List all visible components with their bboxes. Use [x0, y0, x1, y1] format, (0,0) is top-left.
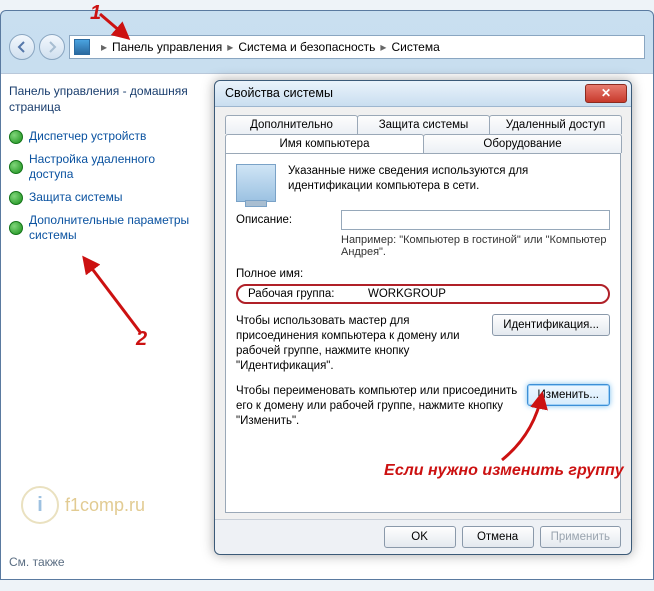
workgroup-label: Рабочая группа: [248, 288, 368, 300]
sidebar-item-advanced-settings[interactable]: Дополнительные параметры системы [9, 213, 198, 243]
breadcrumb-seg-2[interactable]: Система и безопасность [238, 40, 375, 54]
dialog-titlebar[interactable]: Свойства системы ✕ [215, 81, 631, 107]
cancel-button[interactable]: Отмена [462, 526, 534, 548]
info-text: Указанные ниже сведения используются для… [288, 164, 610, 194]
address-bar[interactable]: ▸ Панель управления ▸ Система и безопасн… [69, 35, 645, 59]
computer-icon [74, 39, 90, 55]
description-label: Описание: [236, 214, 341, 226]
tab-system-protection[interactable]: Защита системы [357, 115, 490, 134]
chevron-right-icon: ▸ [96, 40, 112, 54]
chevron-right-icon: ▸ [375, 40, 391, 54]
see-also-label: См. также [9, 555, 65, 569]
sidebar-item-device-manager[interactable]: Диспетчер устройств [9, 129, 198, 144]
apply-button[interactable]: Применить [540, 526, 621, 548]
sidebar-title[interactable]: Панель управления - домашняя страница [9, 84, 198, 115]
computer-icon [236, 164, 276, 202]
description-input[interactable] [341, 210, 610, 230]
tab-hardware[interactable]: Оборудование [423, 134, 622, 153]
chevron-right-icon: ▸ [222, 40, 238, 54]
change-button[interactable]: Изменить... [527, 384, 610, 406]
fullname-label: Полное имя: [236, 268, 341, 280]
breadcrumb-seg-1[interactable]: Панель управления [112, 40, 222, 54]
annotation-caption: Если нужно изменить группу [384, 462, 624, 480]
nav-row: ▸ Панель управления ▸ Система и безопасн… [9, 33, 645, 61]
sidebar-item-label: Диспетчер устройств [29, 129, 146, 144]
sidebar-item-label: Дополнительные параметры системы [29, 213, 198, 243]
breadcrumb-seg-3[interactable]: Система [391, 40, 439, 54]
watermark: i f1comp.ru [21, 486, 145, 524]
sidebar-item-system-protection[interactable]: Защита системы [9, 190, 198, 205]
annotation-number-1: 1 [90, 2, 101, 25]
sidebar-item-remote-settings[interactable]: Настройка удаленного доступа [9, 152, 198, 182]
shield-icon [9, 130, 23, 144]
close-icon: ✕ [601, 86, 611, 100]
dialog-body: Дополнительно Защита системы Удаленный д… [215, 107, 631, 519]
sidebar-item-label: Защита системы [29, 190, 122, 205]
dialog-button-row: OK Отмена Применить [215, 519, 631, 554]
identification-text: Чтобы использовать мастер для присоедине… [236, 314, 492, 374]
tab-advanced[interactable]: Дополнительно [225, 115, 358, 134]
system-properties-dialog: Свойства системы ✕ Дополнительно Защита … [214, 80, 632, 555]
tab-remote[interactable]: Удаленный доступ [489, 115, 622, 134]
shield-icon [9, 160, 23, 174]
workgroup-value: WORKGROUP [368, 288, 446, 300]
nav-forward-button[interactable] [39, 34, 65, 60]
workgroup-highlight: Рабочая группа: WORKGROUP [236, 284, 610, 304]
shield-icon [9, 221, 23, 235]
tab-page-computer-name: Указанные ниже сведения используются для… [225, 153, 621, 513]
change-text: Чтобы переименовать компьютер или присое… [236, 384, 527, 429]
watermark-icon: i [21, 486, 59, 524]
sidebar-item-label: Настройка удаленного доступа [29, 152, 198, 182]
description-hint: Например: "Компьютер в гостиной" или "Ко… [341, 234, 610, 258]
watermark-text: f1comp.ru [65, 495, 145, 516]
ok-button[interactable]: OK [384, 526, 456, 548]
identification-button[interactable]: Идентификация... [492, 314, 610, 336]
nav-back-button[interactable] [9, 34, 35, 60]
shield-icon [9, 191, 23, 205]
dialog-title: Свойства системы [225, 86, 585, 100]
tab-computer-name[interactable]: Имя компьютера [225, 134, 424, 153]
annotation-number-2: 2 [136, 328, 147, 351]
close-button[interactable]: ✕ [585, 84, 627, 103]
